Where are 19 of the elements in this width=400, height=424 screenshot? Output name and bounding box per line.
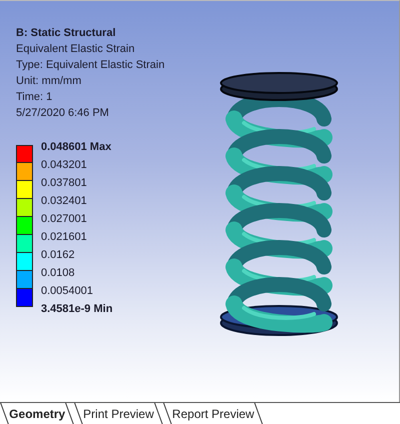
info-text: Time: 1: [16, 90, 54, 105]
info-text: 5/27/2020 6:46 PM: [16, 106, 110, 121]
legend-label: 0.048601 Max: [41, 141, 112, 153]
tab[interactable]: Print Preview: [74, 403, 163, 424]
legend-label: 0.032401: [41, 195, 87, 207]
legend-label: 0.043201: [41, 159, 87, 171]
legend-label: 0.0108: [41, 267, 75, 279]
info-text: Type: Equivalent Elastic Strain: [16, 58, 166, 73]
legend-label: 0.027001: [41, 213, 87, 225]
legend-label: 0.021601: [41, 231, 87, 243]
legend-label: 0.0054001: [41, 285, 93, 297]
tab[interactable]: Report Preview: [162, 403, 263, 424]
tab[interactable]: Geometry: [0, 403, 74, 424]
legend-label: 0.0162: [41, 249, 75, 261]
legend-label: 0.037801: [41, 177, 87, 189]
info-text: Unit: mm/mm: [16, 74, 82, 89]
title-text: B: Static Structural: [16, 26, 117, 41]
info-text: Equivalent Elastic Strain: [16, 42, 136, 57]
legend-label: 3.4581e-9 Min: [41, 303, 113, 315]
